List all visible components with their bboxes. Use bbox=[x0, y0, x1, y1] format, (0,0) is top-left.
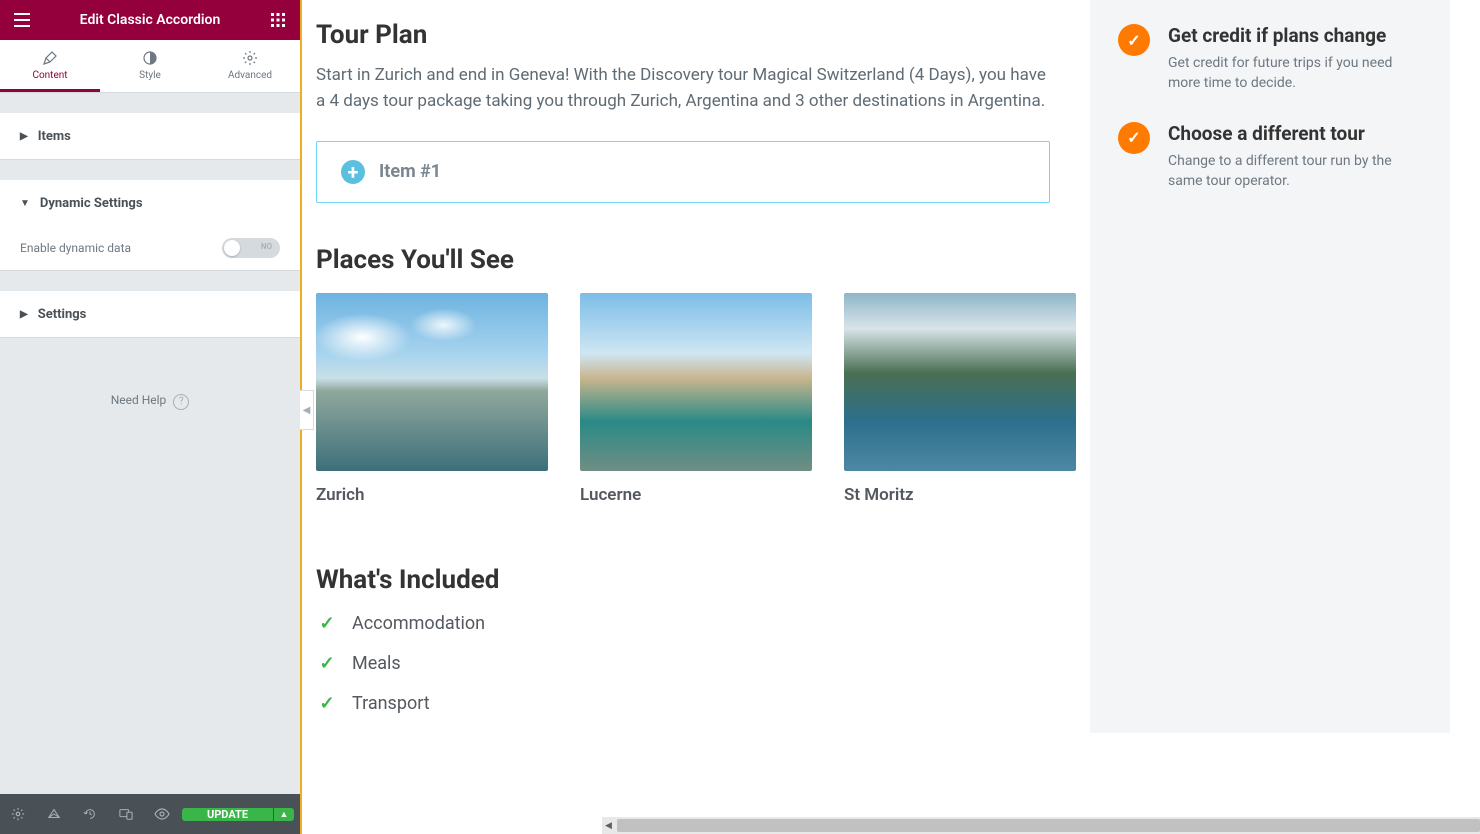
tab-advanced-label: Advanced bbox=[228, 70, 272, 81]
responsive-icon[interactable] bbox=[108, 794, 144, 834]
info-item: ✓ Choose a different tour Change to a di… bbox=[1118, 122, 1422, 192]
tab-advanced[interactable]: Advanced bbox=[200, 40, 300, 92]
places-heading: Places You'll See bbox=[316, 245, 1050, 275]
included-list: ✓ Accommodation ✓ Meals ✓ Transport bbox=[316, 613, 1050, 715]
check-circle-icon: ✓ bbox=[1118, 24, 1150, 56]
scroll-left-icon[interactable]: ◀ bbox=[602, 817, 615, 834]
sidebar-header: Edit Classic Accordion bbox=[0, 0, 300, 40]
update-dropdown-button[interactable]: ▲ bbox=[274, 808, 294, 821]
menu-icon[interactable] bbox=[12, 10, 32, 30]
list-item: ✓ Transport bbox=[316, 693, 1050, 715]
panel-items: ▶ Items bbox=[0, 113, 300, 160]
grid-icon[interactable] bbox=[268, 10, 288, 30]
caret-right-icon: ▶ bbox=[20, 131, 28, 142]
included-label: Accommodation bbox=[352, 613, 485, 634]
tab-content-label: Content bbox=[32, 70, 67, 81]
plus-icon: + bbox=[341, 160, 365, 184]
info-item-title: Get credit if plans change bbox=[1168, 24, 1422, 47]
panel-items-label: Items bbox=[38, 129, 71, 144]
info-sidebar: ✓ Get credit if plans change Get credit … bbox=[1090, 0, 1450, 733]
place-card: Lucerne bbox=[580, 293, 812, 505]
panel-dynamic: ▼ Dynamic Settings Enable dynamic data N… bbox=[0, 180, 300, 271]
history-icon[interactable] bbox=[72, 794, 108, 834]
place-name: St Moritz bbox=[844, 485, 1076, 505]
check-icon: ✓ bbox=[316, 693, 338, 715]
list-item: ✓ Meals bbox=[316, 653, 1050, 675]
tab-style[interactable]: Style bbox=[100, 40, 200, 92]
navigator-icon[interactable] bbox=[36, 794, 72, 834]
enable-dynamic-toggle[interactable]: NO bbox=[222, 238, 280, 258]
tab-style-label: Style bbox=[139, 70, 161, 81]
check-icon: ✓ bbox=[316, 613, 338, 635]
accordion-item-label: Item #1 bbox=[379, 161, 441, 182]
accordion-item-selected[interactable]: + Item #1 bbox=[316, 141, 1050, 203]
caret-right-icon: ▶ bbox=[20, 309, 28, 320]
panel-dynamic-label: Dynamic Settings bbox=[40, 196, 143, 211]
place-card: St Moritz bbox=[844, 293, 1076, 505]
toggle-no-text: NO bbox=[261, 242, 272, 251]
place-name: Lucerne bbox=[580, 485, 812, 505]
update-button[interactable]: UPDATE bbox=[182, 808, 273, 821]
place-card: Zurich bbox=[316, 293, 548, 505]
editor-sidebar: Edit Classic Accordion Content Style Adv… bbox=[0, 0, 300, 834]
gear-icon bbox=[200, 50, 300, 66]
tab-content[interactable]: Content bbox=[0, 40, 100, 92]
panel-items-header[interactable]: ▶ Items bbox=[0, 114, 300, 159]
settings-icon[interactable] bbox=[0, 794, 36, 834]
panel-settings: ▶ Settings bbox=[0, 291, 300, 338]
editor-footer: UPDATE ▲ bbox=[0, 794, 300, 834]
collapse-panel-handle[interactable]: ◀ bbox=[300, 390, 314, 430]
check-circle-icon: ✓ bbox=[1118, 122, 1150, 154]
place-image-lucerne bbox=[580, 293, 812, 471]
contrast-icon bbox=[100, 50, 200, 66]
enable-dynamic-label: Enable dynamic data bbox=[20, 241, 131, 255]
info-item-desc: Get credit for future trips if you need … bbox=[1168, 53, 1422, 94]
panel-dynamic-header[interactable]: ▼ Dynamic Settings bbox=[0, 181, 300, 226]
place-name: Zurich bbox=[316, 485, 548, 505]
place-image-stmoritz bbox=[844, 293, 1076, 471]
need-help[interactable]: Need Help ? bbox=[0, 338, 300, 465]
list-item: ✓ Accommodation bbox=[316, 613, 1050, 635]
sidebar-title: Edit Classic Accordion bbox=[80, 12, 221, 28]
info-item: ✓ Get credit if plans change Get credit … bbox=[1118, 24, 1422, 94]
tour-plan-desc: Start in Zurich and end in Geneva! With … bbox=[316, 62, 1050, 115]
tour-plan-heading: Tour Plan bbox=[316, 20, 1050, 50]
panel-dynamic-body: Enable dynamic data NO bbox=[0, 226, 300, 270]
sidebar-tabs: Content Style Advanced bbox=[0, 40, 300, 93]
scrollbar-thumb[interactable] bbox=[617, 819, 1480, 832]
included-heading: What's Included bbox=[316, 565, 1050, 595]
caret-down-icon: ▼ bbox=[20, 198, 30, 209]
preview-icon[interactable] bbox=[144, 794, 180, 834]
included-label: Transport bbox=[352, 693, 430, 714]
horizontal-scrollbar[interactable]: ◀ bbox=[602, 817, 1480, 834]
places-grid: Zurich Lucerne St Moritz bbox=[316, 293, 1050, 505]
panel-settings-header[interactable]: ▶ Settings bbox=[0, 292, 300, 337]
included-label: Meals bbox=[352, 653, 401, 674]
panel-settings-label: Settings bbox=[38, 307, 87, 322]
help-icon: ? bbox=[173, 394, 189, 410]
check-icon: ✓ bbox=[316, 653, 338, 675]
place-image-zurich bbox=[316, 293, 548, 471]
info-item-title: Choose a different tour bbox=[1168, 122, 1422, 145]
need-help-label: Need Help bbox=[111, 393, 167, 407]
preview-area: Tour Plan Start in Zurich and end in Gen… bbox=[300, 0, 1480, 834]
pencil-icon bbox=[0, 50, 100, 66]
info-item-desc: Change to a different tour run by the sa… bbox=[1168, 151, 1422, 192]
